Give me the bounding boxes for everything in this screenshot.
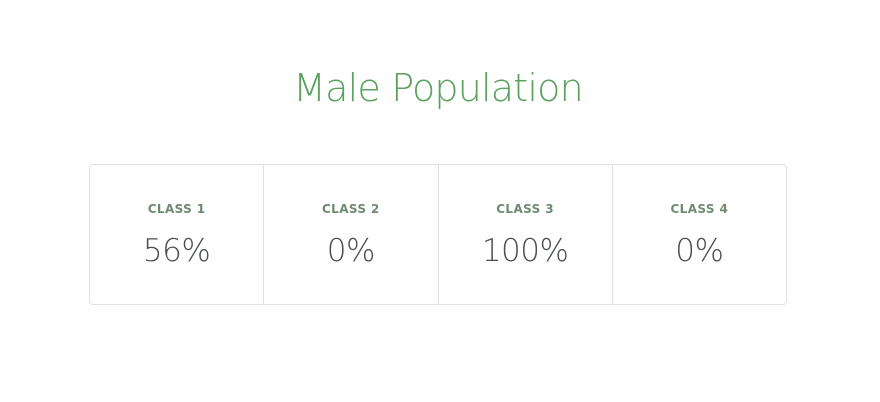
stat-class-3: CLASS 3 100% [439, 165, 613, 304]
page-title: Male Population [293, 66, 584, 110]
stat-label: CLASS 4 [670, 202, 729, 216]
stat-class-1: CLASS 1 56% [90, 165, 265, 304]
stat-value: 100% [481, 233, 569, 269]
stats-panel: CLASS 1 56% CLASS 2 0% CLASS 3 100% CLAS… [89, 164, 787, 305]
stat-class-2: CLASS 2 0% [264, 165, 439, 304]
stat-label: CLASS 1 [147, 202, 206, 216]
stat-value: 0% [326, 233, 376, 269]
stat-label: CLASS 2 [321, 202, 380, 216]
stat-value: 56% [142, 233, 211, 269]
stat-class-4: CLASS 4 0% [613, 165, 786, 304]
stat-label: CLASS 3 [496, 202, 555, 216]
stat-value: 0% [675, 233, 724, 269]
